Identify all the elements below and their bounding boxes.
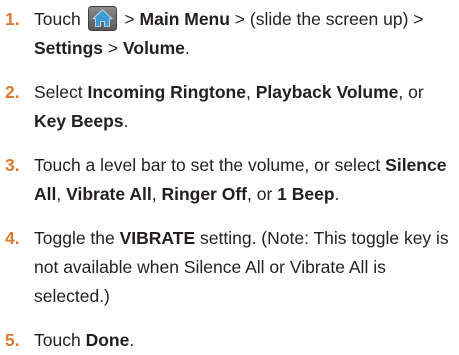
step-4: 4. Toggle the VIBRATE setting. (Note: Th… (5, 224, 451, 311)
option-1-beep: 1 Beep (277, 184, 335, 204)
step-text-segment: . (129, 330, 135, 350)
instruction-list: 1. Touch > Main Menu > (slide the screen… (0, 0, 459, 355)
step-text: Toggle the VIBRATE setting. (Note: This … (34, 224, 451, 311)
step-text-segment: , or (398, 82, 424, 102)
option-playback-volume: Playback Volume (255, 82, 399, 102)
option-ringer-off: Ringer Off (161, 184, 247, 204)
menu-item-volume: Volume (123, 38, 185, 58)
option-key-beeps: Key Beeps (34, 111, 124, 131)
step-text-segment: , (56, 184, 67, 204)
step-text-segment: , (151, 184, 162, 204)
step-text-segment: Select (34, 82, 88, 102)
step-text-segment: Touch (34, 330, 86, 350)
step-text-segment: . (334, 184, 340, 204)
step-text-segment: Touch a level bar to set the volume, or … (34, 155, 386, 175)
step-text-segment: Touch (34, 9, 86, 29)
step-number: 4. (5, 228, 20, 248)
option-incoming-ringtone: Incoming Ringtone (87, 82, 246, 102)
setting-vibrate: VIBRATE (119, 228, 196, 248)
step-text: Touch a level bar to set the volume, or … (34, 151, 451, 209)
step-text-segment: . (184, 38, 190, 58)
home-icon (87, 6, 117, 31)
step-3: 3. Touch a level bar to set the volume, … (5, 151, 451, 209)
menu-item-main-menu: Main Menu (139, 9, 230, 29)
button-done: Done (85, 330, 130, 350)
step-text: Select Incoming Ringtone, Playback Volum… (34, 78, 451, 136)
step-text-segment: . (123, 111, 129, 131)
step-1: 1. Touch > Main Menu > (slide the screen… (5, 5, 451, 63)
step-2: 2. Select Incoming Ringtone, Playback Vo… (5, 78, 451, 136)
step-number: 1. (5, 9, 20, 29)
step-number: 3. (5, 155, 20, 175)
step-text-segment: Toggle the (34, 228, 120, 248)
menu-item-settings: Settings (34, 38, 104, 58)
step-text-segment: > (103, 38, 123, 58)
step-text: Touch > Main Menu > (slide the screen up… (34, 5, 451, 63)
option-vibrate-all: Vibrate All (66, 184, 152, 204)
step-text-segment: , (245, 82, 256, 102)
step-text-segment: > (slide the screen up) > (229, 9, 424, 29)
step-text-segment: , or (247, 184, 278, 204)
step-text-segment: > (119, 9, 140, 29)
step-number: 2. (5, 82, 20, 102)
